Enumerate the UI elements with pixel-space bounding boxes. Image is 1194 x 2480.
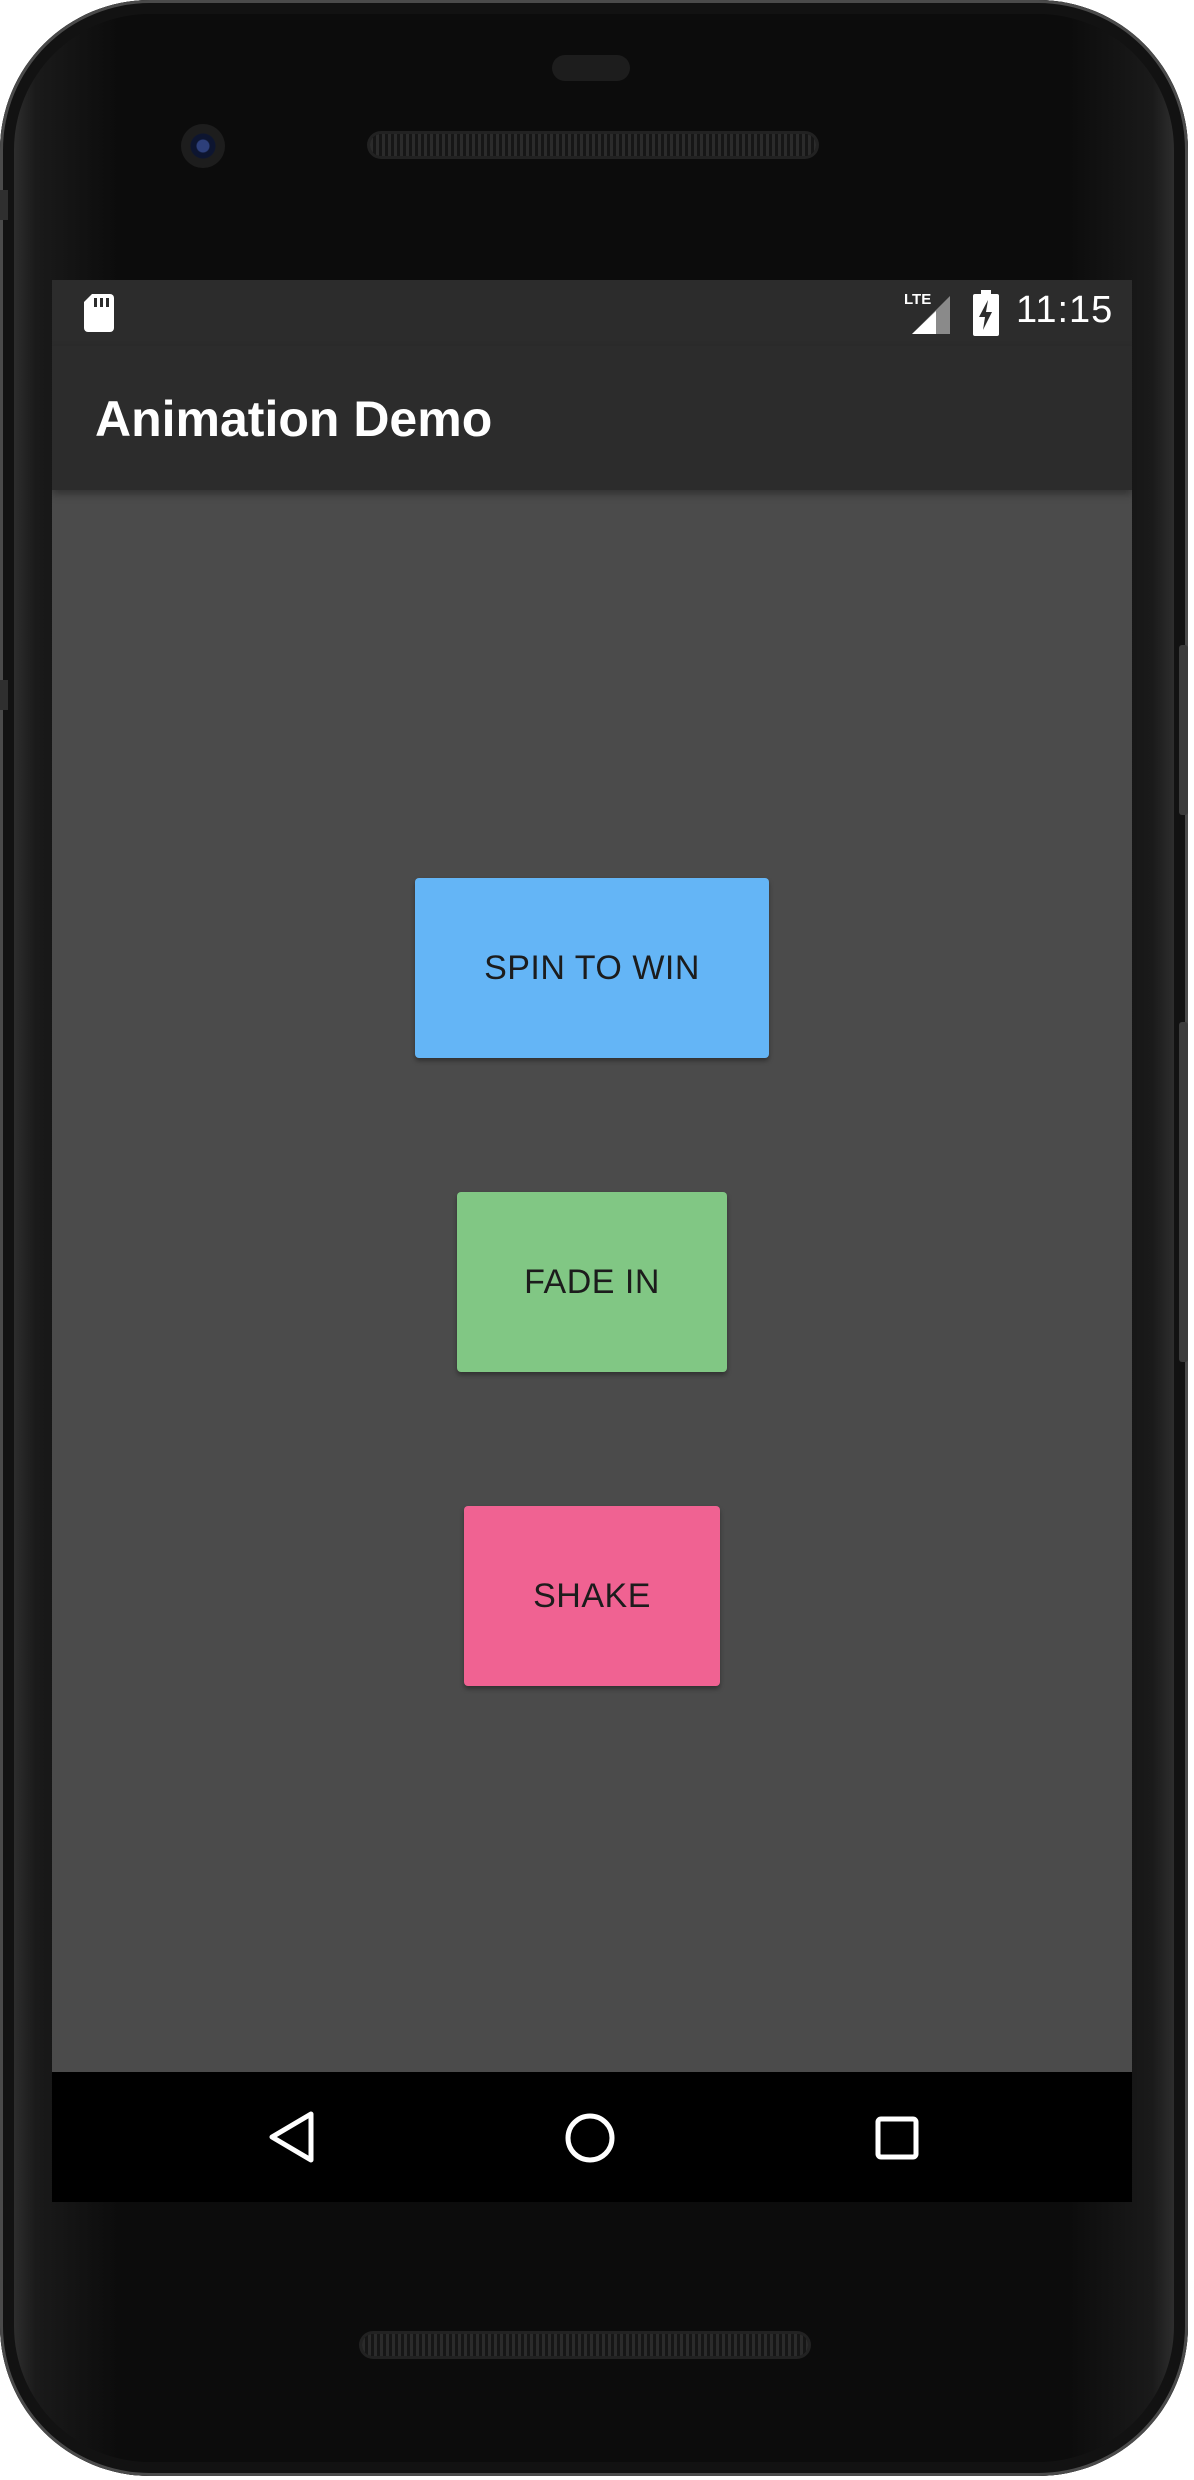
svg-text:LTE: LTE (904, 291, 931, 308)
app-title: Animation Demo (95, 391, 493, 447)
proximity-sensor (552, 55, 630, 81)
battery-charging-icon (973, 290, 999, 336)
home-icon[interactable] (564, 2112, 616, 2164)
frame-notch (0, 680, 8, 710)
front-camera-icon (181, 124, 225, 168)
shake-button[interactable]: SHAKE (464, 1506, 720, 1686)
volume-button (1179, 1022, 1188, 1362)
recents-icon[interactable] (875, 2116, 919, 2160)
spin-to-win-button[interactable]: SPIN TO WIN (415, 878, 769, 1058)
status-bar: LTE 11:15 (52, 280, 1132, 346)
fade-in-button[interactable]: FADE IN (457, 1192, 727, 1372)
sd-card-icon (84, 294, 114, 332)
navigation-bar (52, 2072, 1132, 2202)
app-bar: Animation Demo (52, 346, 1132, 490)
back-icon[interactable] (267, 2110, 317, 2164)
power-button (1179, 645, 1188, 815)
top-speaker-grille (370, 134, 816, 156)
lte-signal-icon: LTE (904, 291, 950, 334)
frame-notch (0, 190, 8, 220)
status-clock: 11:15 (1016, 289, 1114, 331)
screen: LTE 11:15 Animation Demo SPIN TO WIN FAD… (52, 280, 1132, 2072)
bottom-speaker-grille (362, 2334, 808, 2356)
